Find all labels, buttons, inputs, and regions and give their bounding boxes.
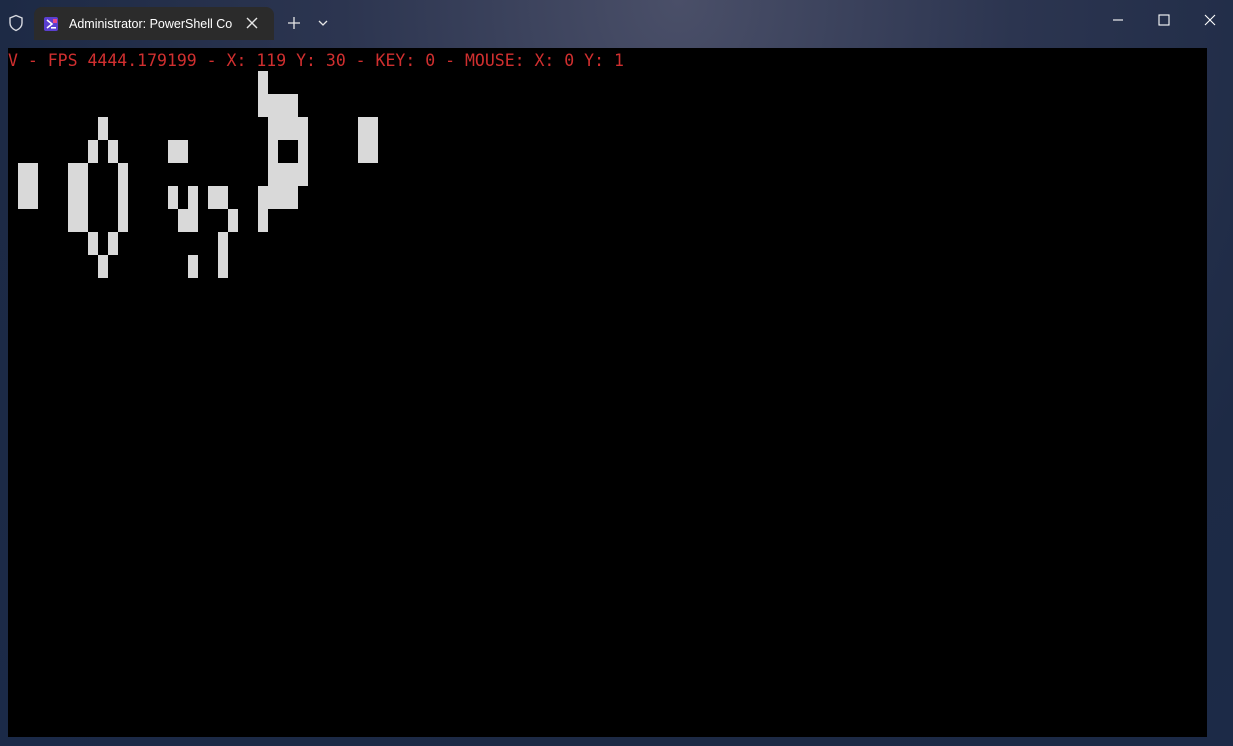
pixel-block xyxy=(258,186,298,209)
title-bar: Administrator: PowerShell Co xyxy=(0,0,1233,47)
pixel-block xyxy=(168,186,178,209)
pixel-block xyxy=(188,186,198,209)
pixel-block xyxy=(258,94,298,117)
chevron-down-icon[interactable] xyxy=(316,16,330,30)
pixel-block xyxy=(208,186,228,209)
console-area[interactable]: V - FPS 4444.179199 - X: 119 Y: 30 - KEY… xyxy=(8,48,1207,737)
new-tab-icon[interactable] xyxy=(285,14,303,32)
pixel-block xyxy=(98,255,108,278)
pixel-block xyxy=(88,232,98,255)
pixel-sprites xyxy=(18,71,378,278)
powershell-icon xyxy=(44,17,58,31)
maximize-icon[interactable] xyxy=(1154,10,1174,30)
pixel-block xyxy=(118,163,128,232)
minimize-icon[interactable] xyxy=(1108,10,1128,30)
pixel-block xyxy=(228,209,238,232)
tab-title: Administrator: PowerShell Co xyxy=(69,17,233,31)
pixel-block xyxy=(168,140,188,163)
pixel-block xyxy=(178,209,198,232)
pixel-block xyxy=(268,163,308,186)
pixel-block xyxy=(68,163,88,232)
pixel-block xyxy=(218,232,228,278)
shield-icon xyxy=(9,14,23,32)
pixel-block xyxy=(188,255,198,278)
pixel-block xyxy=(88,140,98,163)
close-icon[interactable] xyxy=(1200,10,1220,30)
pixel-block xyxy=(258,209,268,232)
pixel-block xyxy=(18,163,38,209)
close-tab-icon[interactable] xyxy=(244,15,260,31)
pixel-block xyxy=(358,117,378,163)
pixel-block xyxy=(268,140,278,163)
tab-powershell[interactable]: Administrator: PowerShell Co xyxy=(34,7,274,40)
pixel-block xyxy=(268,117,308,140)
pixel-block xyxy=(108,140,118,163)
pixel-block xyxy=(298,140,308,163)
pixel-block xyxy=(258,71,268,94)
pixel-block xyxy=(98,117,108,140)
pixel-block xyxy=(108,232,118,255)
